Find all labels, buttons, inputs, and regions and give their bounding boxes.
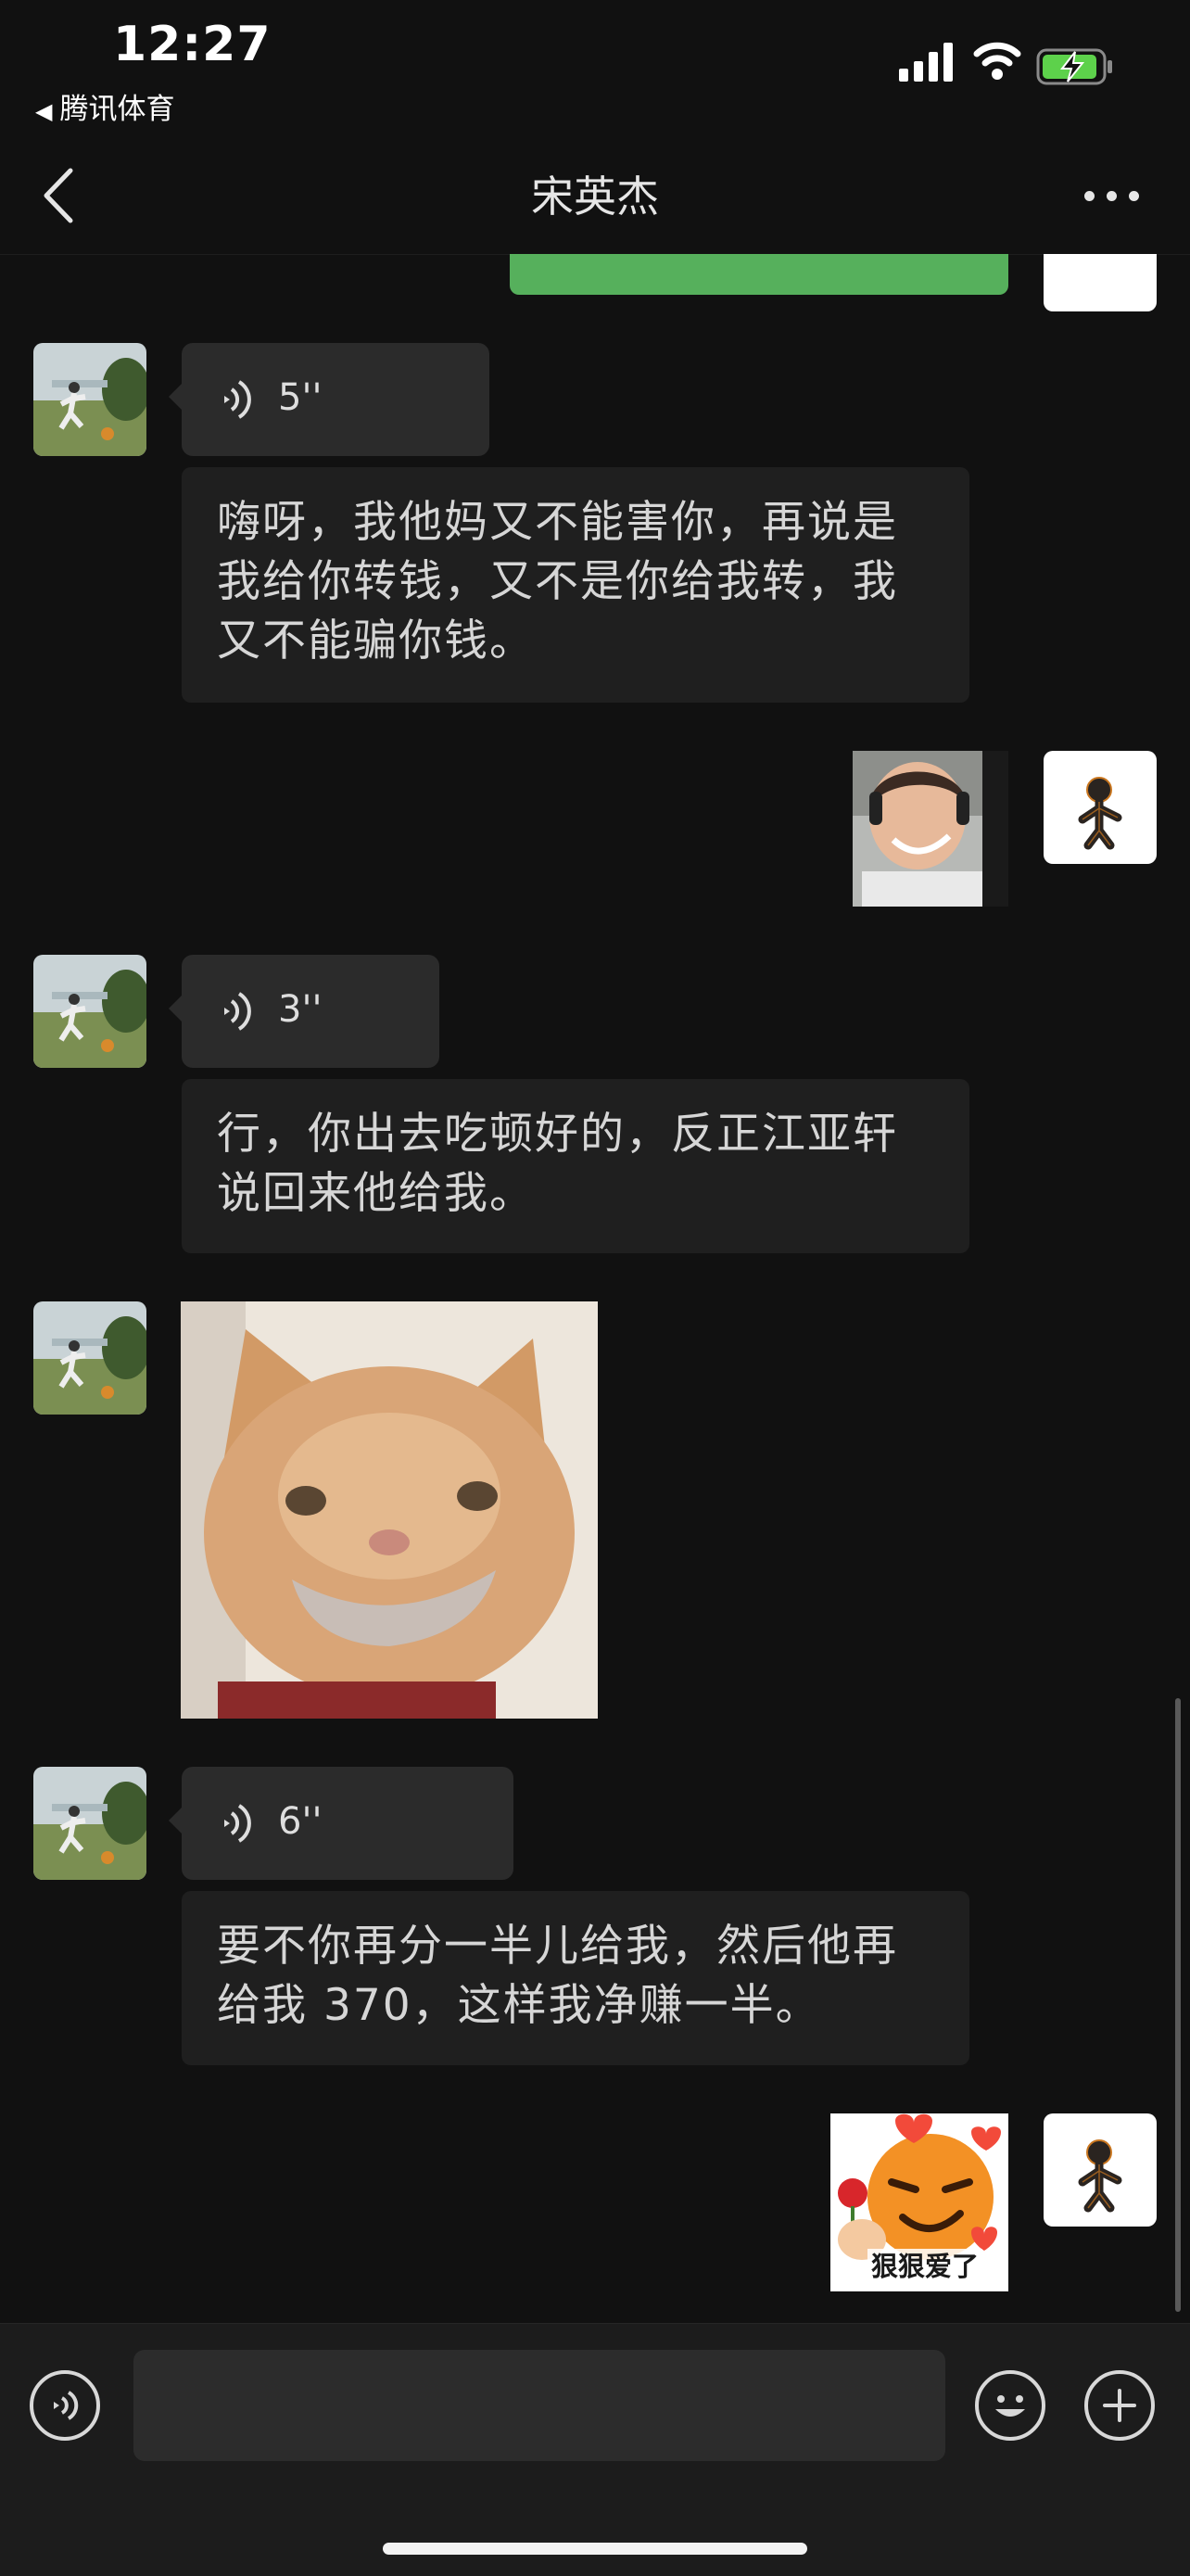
emoji-icon[interactable]: [975, 2370, 1045, 2441]
contact-avatar-image: [33, 955, 146, 1068]
contact-text-bubble[interactable]: 要不你再分一半儿给我，然后他再给我 370，这样我净赚一半。: [182, 1891, 969, 2065]
voice-duration: 6'': [278, 1800, 323, 1843]
voice-wave-icon: [224, 1804, 251, 1843]
back-triangle-icon: ◀: [35, 98, 53, 124]
battery-charging-icon: [1036, 48, 1112, 85]
chat-title: 宋英杰: [531, 171, 659, 222]
self-text-bubble-partial[interactable]: [510, 254, 1008, 295]
voice-wave-icon: [54, 2391, 79, 2420]
contact-avatar-image: [33, 1301, 146, 1415]
smiley-icon: [995, 2395, 1025, 2417]
contact-image-message[interactable]: [181, 1301, 598, 1719]
voice-wave-icon: [224, 992, 251, 1031]
plus-sign-icon: [1103, 2389, 1136, 2422]
figure-avatar-icon: [1078, 777, 1122, 850]
message-list[interactable]: 5'' 嗨呀，我他妈又不能害你，再说是我给你转钱，又不是你给我转，我又不能骗你钱…: [0, 254, 1190, 2323]
figure-avatar-icon: [1078, 2139, 1122, 2213]
contact-avatar[interactable]: [33, 1767, 146, 1880]
contact-avatar[interactable]: [33, 955, 146, 1068]
message-input[interactable]: [133, 2350, 945, 2461]
self-image-message[interactable]: [853, 751, 1008, 907]
home-indicator[interactable]: [383, 2543, 807, 2555]
nav-bar: 宋英杰: [0, 139, 1190, 255]
contact-avatar[interactable]: [33, 1301, 146, 1415]
voice-wave-icon: [224, 380, 251, 419]
cat-sticker-image: [181, 1301, 598, 1719]
contact-avatar-image: [33, 343, 146, 456]
self-avatar[interactable]: [1044, 254, 1157, 311]
wifi-icon: [973, 42, 1021, 80]
plus-icon[interactable]: [1084, 2370, 1155, 2441]
contact-avatar[interactable]: [33, 343, 146, 456]
contact-avatar-image: [33, 1767, 146, 1880]
self-avatar[interactable]: [1044, 751, 1157, 864]
back-app-label: 腾讯体育: [59, 93, 175, 126]
figure-avatar-icon: [1044, 254, 1157, 311]
contact-text-bubble[interactable]: 行，你出去吃顿好的，反正江亚轩说回来他给我。: [182, 1079, 969, 1253]
contact-text-bubble[interactable]: 嗨呀，我他妈又不能害你，再说是我给你转钱，又不是你给我转，我又不能骗你钱。: [182, 467, 969, 703]
ellipsis-icon[interactable]: [1082, 176, 1140, 213]
voice-duration: 5'': [278, 376, 323, 419]
voice-message[interactable]: 3'': [169, 955, 439, 1068]
voice-message[interactable]: 5'': [169, 343, 489, 456]
sticker-image: [853, 751, 1008, 907]
cellular-signal-icon: [899, 43, 953, 82]
sticker-caption: 狠狠爱了: [867, 2249, 983, 2284]
self-sticker-message[interactable]: 狠狠爱了: [830, 2113, 1008, 2291]
chat-scrollbar[interactable]: [1175, 1698, 1181, 2312]
self-avatar[interactable]: [1044, 2113, 1157, 2227]
input-bar: [0, 2323, 1190, 2576]
status-bar: 12:27 ◀ 腾讯体育: [0, 0, 1190, 139]
back-to-app-link[interactable]: ◀ 腾讯体育: [35, 85, 174, 127]
voice-mode-icon[interactable]: [30, 2370, 100, 2441]
voice-duration: 3'': [278, 988, 323, 1031]
status-time: 12:27: [113, 17, 272, 72]
voice-message[interactable]: 6'': [169, 1767, 513, 1880]
